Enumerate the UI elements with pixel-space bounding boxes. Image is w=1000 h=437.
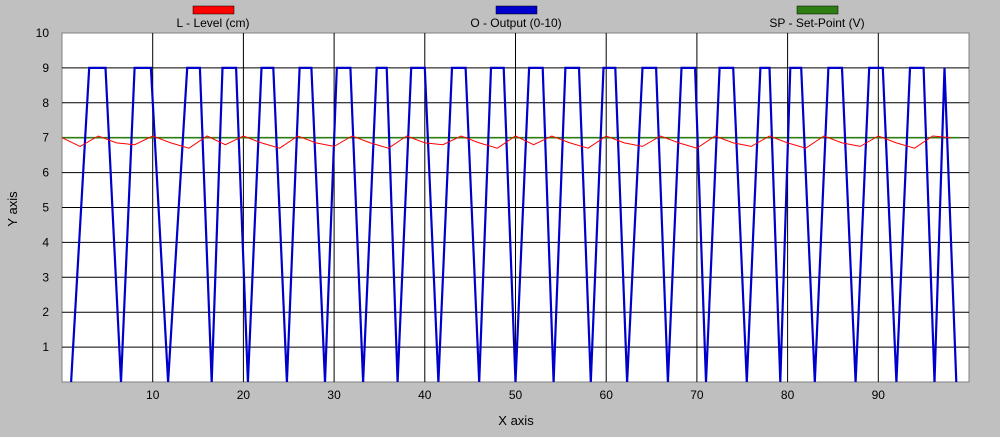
y-tick-label: 3 xyxy=(42,270,49,284)
x-tick-label: 80 xyxy=(781,388,795,402)
x-tick-label: 60 xyxy=(600,388,614,402)
x-tick-labels: 10 20 30 40 50 60 70 80 90 xyxy=(146,388,885,402)
x-tick-label: 90 xyxy=(872,388,886,402)
legend-swatch-output xyxy=(495,5,538,15)
x-tick-label: 70 xyxy=(690,388,704,402)
y-tick-label: 4 xyxy=(42,235,49,249)
legend-label-level: L - Level (cm) xyxy=(177,16,250,30)
y-tick-label: 9 xyxy=(42,61,49,75)
y-tick-label: 7 xyxy=(42,131,49,145)
chart: L - Level (cm) O - Output (0-10) SP - Se… xyxy=(5,5,970,428)
legend-label-output: O - Output (0-10) xyxy=(470,16,561,30)
x-tick-label: 50 xyxy=(509,388,523,402)
y-tick-label: 10 xyxy=(36,26,50,40)
legend-swatch-level xyxy=(192,5,235,15)
x-tick-label: 20 xyxy=(237,388,251,402)
y-tick-label: 6 xyxy=(42,166,49,180)
legend: L - Level (cm) O - Output (0-10) SP - Se… xyxy=(177,5,865,30)
y-axis-label: Y axis xyxy=(5,191,20,227)
y-tick-label: 1 xyxy=(42,340,49,354)
x-tick-label: 30 xyxy=(327,388,341,402)
legend-label-setpoint: SP - Set-Point (V) xyxy=(769,16,864,30)
y-tick-labels: 1 2 3 4 5 6 7 8 9 10 xyxy=(36,26,50,354)
y-tick-label: 2 xyxy=(42,305,49,319)
x-axis-label: X axis xyxy=(498,413,534,428)
y-tick-label: 8 xyxy=(42,96,49,110)
x-tick-label: 10 xyxy=(146,388,160,402)
y-tick-label: 5 xyxy=(42,201,49,215)
x-tick-label: 40 xyxy=(418,388,432,402)
legend-swatch-setpoint xyxy=(796,5,839,15)
